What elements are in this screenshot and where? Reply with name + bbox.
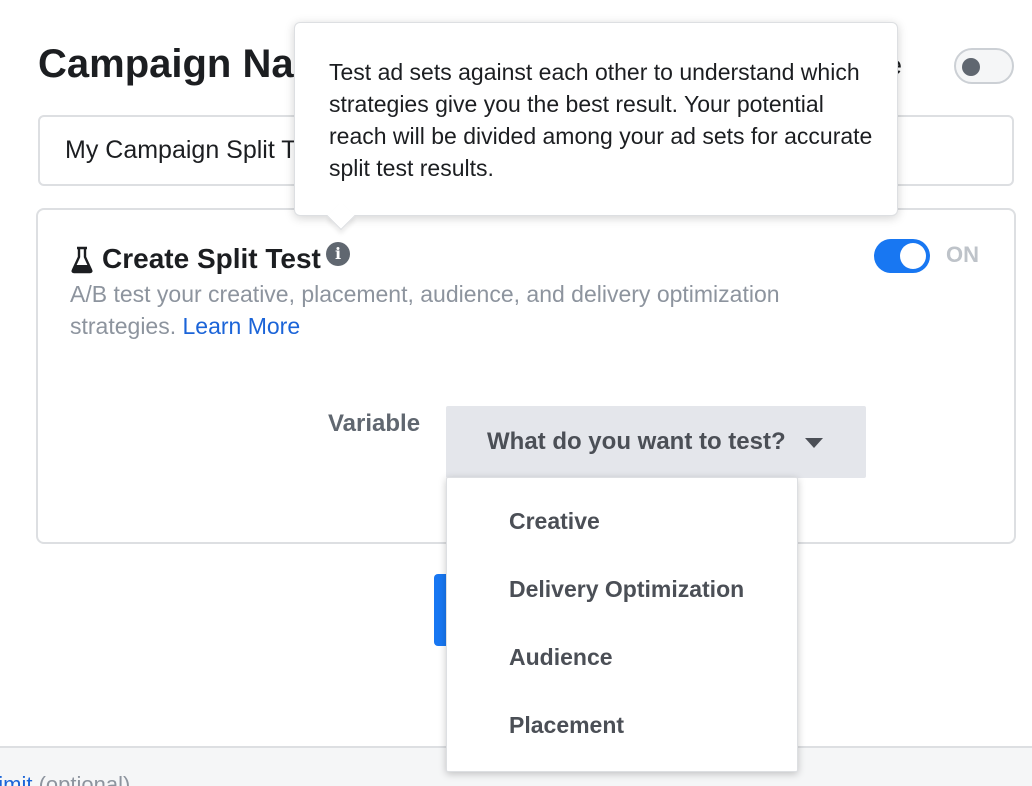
menu-item-placement[interactable]: Placement [509, 712, 624, 739]
dropdown-placeholder: What do you want to test? [487, 428, 786, 455]
info-icon[interactable]: i [326, 242, 350, 266]
toggle-state-label: ON [946, 242, 979, 267]
menu-item-delivery-optimization[interactable]: Delivery Optimization [509, 576, 744, 603]
tooltip-text: Test ad sets against each other to under… [329, 59, 873, 181]
learn-more-link[interactable]: Learn More [183, 313, 301, 339]
toggle-knob [900, 243, 926, 269]
variable-label: Variable [328, 410, 421, 437]
optional-hint: (optional) [32, 772, 131, 786]
limit-link[interactable]: Limit [0, 772, 32, 786]
flask-icon [71, 246, 93, 274]
variable-dropdown-menu: Creative Delivery Optimization Audience … [446, 477, 798, 772]
split-test-description: A/B test your creative, placement, audie… [70, 278, 840, 342]
split-test-toggle[interactable] [874, 239, 930, 273]
variable-dropdown[interactable]: What do you want to test? [446, 406, 866, 478]
menu-item-audience[interactable]: Audience [509, 644, 613, 671]
caret-down-icon [805, 438, 823, 448]
menu-item-creative[interactable]: Creative [509, 508, 600, 535]
description-text: A/B test your creative, placement, audie… [70, 281, 780, 339]
template-toggle[interactable] [954, 48, 1014, 84]
toggle-knob [962, 58, 980, 76]
campaign-name-heading: Campaign Na [38, 42, 294, 86]
split-test-title: Create Split Test [102, 243, 321, 274]
footer-limit-row: Limit (optional) [0, 772, 130, 786]
